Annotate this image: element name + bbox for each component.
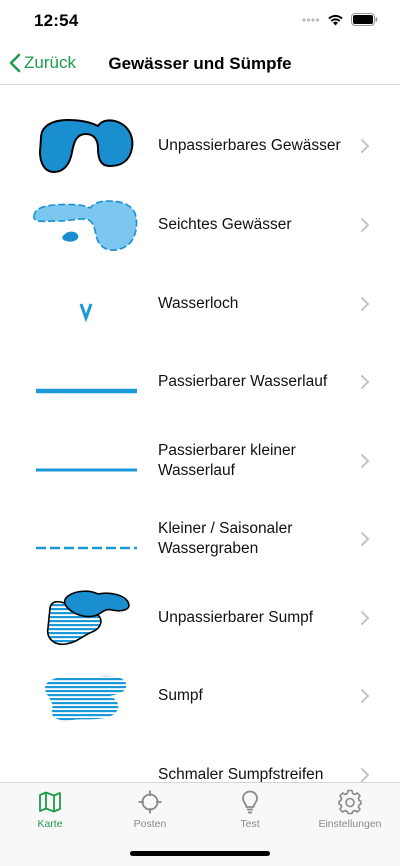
navigation-bar: Zurück Gewässer und Sümpfe xyxy=(0,44,400,85)
list-item-label: Passierbarer kleiner Wasserlauf xyxy=(158,442,296,479)
tab-label: Posten xyxy=(133,818,167,830)
list-item-crossable-watercourse[interactable]: Passierbarer Wasserlauf xyxy=(0,343,400,421)
narrow-marsh-icon xyxy=(28,745,144,782)
battery-icon xyxy=(351,13,378,26)
list-item-label: Passierbarer Wasserlauf xyxy=(158,373,328,390)
small-crossable-watercourse-icon xyxy=(36,468,137,472)
home-indicator xyxy=(130,851,270,856)
shallow-water-icon xyxy=(33,200,138,251)
map-icon xyxy=(39,791,61,813)
list-item-narrow-marsh[interactable]: Schmaler Sumpfstreifen xyxy=(0,736,400,782)
list-item-label: Wasserloch xyxy=(158,295,239,312)
tab-label: Test xyxy=(240,818,260,830)
list-item-impassable-water[interactable]: Unpassierbares Gewässer xyxy=(0,107,400,185)
page-title: Gewässer und Sümpfe xyxy=(108,54,292,73)
chevron-right-icon xyxy=(361,375,369,389)
cellular-signal-icon xyxy=(302,17,320,22)
tab-einstellungen[interactable]: Einstellungen xyxy=(300,789,400,833)
tab-test[interactable]: Test xyxy=(200,789,300,833)
chevron-right-icon xyxy=(361,139,369,153)
list-item-minor-ditch[interactable]: Kleiner / Saisonaler Wassergraben xyxy=(0,500,400,578)
impassable-marsh-icon xyxy=(46,590,130,646)
symbol-list: Unpassierbares Gewässer Seichtes Gewässe… xyxy=(0,85,400,782)
impassable-water-icon xyxy=(38,118,134,174)
chevron-right-icon xyxy=(361,768,369,782)
wifi-icon xyxy=(328,14,343,26)
list-item-label: Sumpf xyxy=(158,687,203,704)
crossable-watercourse-icon xyxy=(36,388,137,394)
list-item-waterhole[interactable]: Wasserloch xyxy=(0,265,400,343)
status-time: 12:54 xyxy=(34,11,79,30)
waterhole-icon xyxy=(79,303,93,323)
tab-posten[interactable]: Posten xyxy=(100,789,200,833)
marsh-icon xyxy=(45,675,127,721)
tab-label: Einstellungen xyxy=(318,818,382,830)
tab-label: Karte xyxy=(37,818,63,830)
list-item-marsh[interactable]: Sumpf xyxy=(0,657,400,735)
chevron-right-icon xyxy=(361,218,369,232)
list-item-label: Unpassierbarer Sumpf xyxy=(158,609,314,626)
crosshair-icon xyxy=(138,790,162,814)
chevron-right-icon xyxy=(361,611,369,625)
chevron-right-icon xyxy=(361,532,369,546)
list-item-label: Kleiner / Saisonaler Wassergraben xyxy=(158,520,293,557)
chevron-right-icon xyxy=(361,689,369,703)
list-item-label: Schmaler Sumpfstreifen xyxy=(158,766,324,782)
list-item-label: Unpassierbares Gewässer xyxy=(158,137,341,154)
gear-icon xyxy=(338,789,362,815)
list-item-shallow-water[interactable]: Seichtes Gewässer xyxy=(0,186,400,264)
status-icons xyxy=(302,13,378,26)
status-bar: 12:54 xyxy=(0,0,400,44)
list-item-impassable-marsh[interactable]: Unpassierbarer Sumpf xyxy=(0,579,400,657)
chevron-right-icon xyxy=(361,454,369,468)
minor-ditch-icon xyxy=(36,546,137,550)
list-item-label: Seichtes Gewässer xyxy=(158,216,292,233)
list-item-small-crossable-watercourse[interactable]: Passierbarer kleiner Wasserlauf xyxy=(0,422,400,500)
chevron-right-icon xyxy=(361,297,369,311)
lightbulb-icon xyxy=(242,790,258,814)
tab-karte[interactable]: Karte xyxy=(0,789,100,833)
